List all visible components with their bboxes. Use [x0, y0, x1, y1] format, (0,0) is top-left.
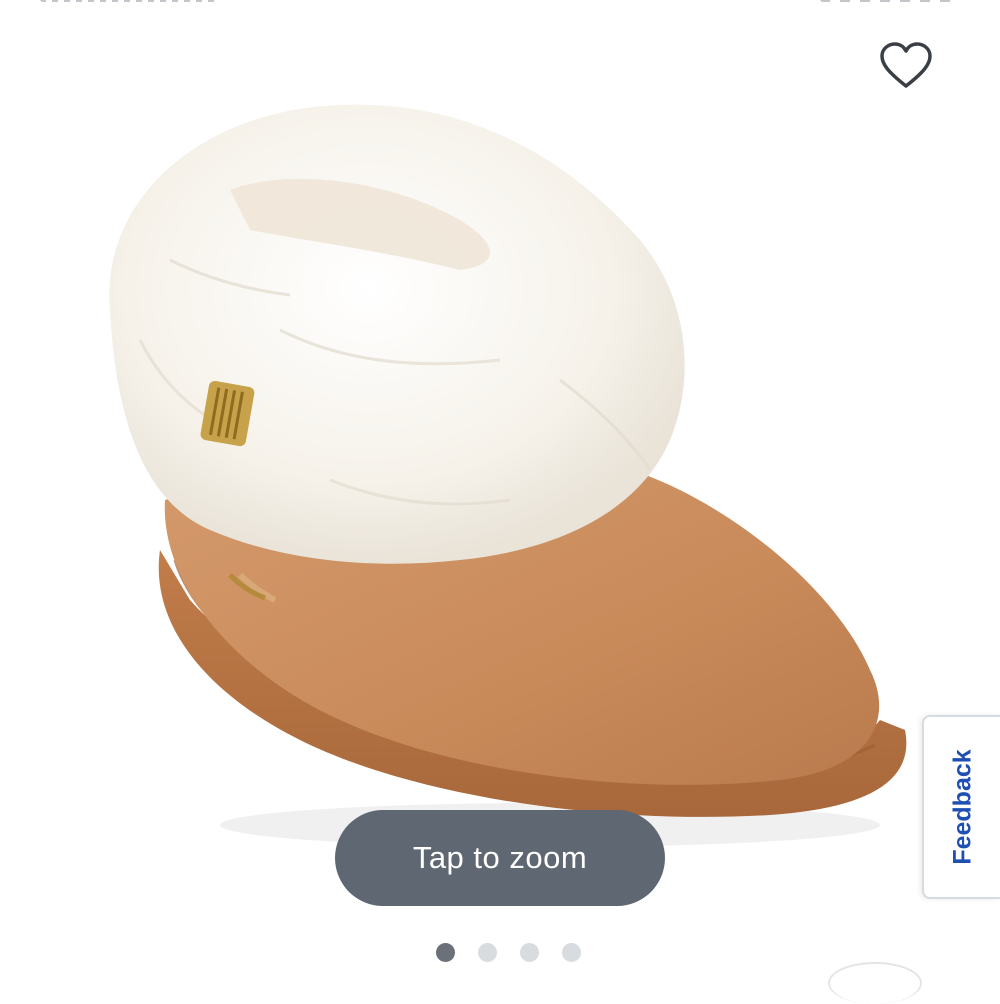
carousel-dots — [436, 943, 581, 962]
feedback-tab[interactable]: Feedback — [922, 715, 1000, 899]
product-image[interactable] — [80, 80, 920, 880]
heart-outline-icon — [880, 42, 932, 88]
carousel-dot-2[interactable] — [478, 943, 497, 962]
carousel-dot-1[interactable] — [436, 943, 455, 962]
tap-to-zoom-label: Tap to zoom — [412, 840, 588, 875]
cutoff-fragment-left — [40, 0, 220, 2]
feedback-label: Feedback — [948, 749, 977, 865]
carousel-dot-4[interactable] — [562, 943, 581, 962]
slipper-bootie-illustration — [109, 104, 907, 847]
cutoff-fragment-right — [820, 0, 960, 2]
favorite-button[interactable] — [878, 40, 934, 92]
scroll-to-top-button-partial[interactable] — [828, 962, 922, 1004]
tap-to-zoom-button[interactable]: Tap to zoom — [335, 810, 665, 906]
top-cutoff-text — [40, 0, 960, 6]
carousel-dot-3[interactable] — [520, 943, 539, 962]
